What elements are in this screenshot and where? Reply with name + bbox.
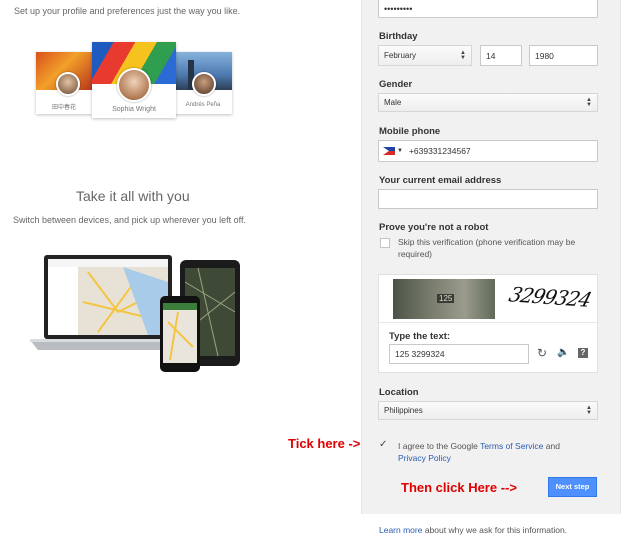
tick-here-annotation: Tick here -> <box>288 436 361 451</box>
learn-more-link[interactable]: Learn more <box>379 525 422 535</box>
captcha-distorted-text: 3299324 <box>506 282 594 312</box>
type-text-label: Type the text: <box>389 331 451 342</box>
then-click-annotation: Then click Here --> <box>401 480 517 495</box>
captcha-divider <box>379 322 597 323</box>
birthday-month-select[interactable]: February ▲ ▼ <box>378 45 472 66</box>
email-label: Your current email address <box>379 175 502 186</box>
password-input[interactable]: ••••••••• <box>378 0 598 18</box>
audio-icon[interactable]: 🔈 <box>557 347 569 358</box>
learn-more-text: Learn more about why we ask for this inf… <box>379 525 567 535</box>
profile-name: Andrés Peña <box>185 102 221 108</box>
agree-checkbox[interactable]: ✓ <box>379 440 389 450</box>
avatar <box>117 68 151 102</box>
captcha-input[interactable]: 125 3299324 <box>389 344 529 364</box>
profile-card-2: Sophia Wright <box>92 42 176 118</box>
email-input[interactable] <box>378 189 598 209</box>
agree-and: and <box>543 441 560 451</box>
avatar <box>56 72 80 96</box>
profile-name: Sophia Wright <box>112 106 156 113</box>
refresh-icon[interactable]: ↻ <box>537 346 547 360</box>
gender-select[interactable]: Male ▲ ▼ <box>378 93 598 112</box>
next-step-button[interactable]: Next step <box>548 477 597 497</box>
birthday-label: Birthday <box>379 31 418 42</box>
chevron-down-icon[interactable]: ▼ <box>397 148 403 154</box>
birthday-day-input[interactable]: 14 <box>480 45 522 66</box>
captcha-box: 125 3299324 Type the text: 125 3299324 ↻… <box>378 274 598 373</box>
location-label: Location <box>379 387 419 398</box>
skip-verification-checkbox[interactable] <box>380 238 390 248</box>
philippines-flag-icon[interactable] <box>383 147 395 155</box>
select-arrows-icon: ▲ ▼ <box>586 96 592 108</box>
profile-card-3: Andrés Peña <box>174 52 232 114</box>
gender-value: Male <box>384 98 402 107</box>
select-arrows-icon: ▲ ▼ <box>460 49 466 61</box>
select-arrows-icon: ▲ ▼ <box>586 404 592 416</box>
take-title: Take it all with you <box>76 188 190 204</box>
intro-text: Set up your profile and preferences just… <box>14 6 241 16</box>
mobile-phone-field[interactable]: ▼ +639331234567 <box>378 140 598 162</box>
skip-verification-label: Skip this verification (phone verificati… <box>398 237 576 259</box>
profile-name: 田中春花 <box>51 105 76 111</box>
mobile-phone-value[interactable]: +639331234567 <box>409 146 471 156</box>
profile-card-1: 田中春花 <box>36 52 92 114</box>
robot-label: Prove you're not a robot <box>379 222 489 233</box>
captcha-house-number: 125 <box>437 294 455 303</box>
learn-more-rest: about why we ask for this information. <box>422 525 568 535</box>
gender-label: Gender <box>379 79 413 90</box>
birthday-month-value: February <box>384 51 417 60</box>
terms-of-service-link[interactable]: Terms of Service <box>480 441 543 451</box>
privacy-policy-link[interactable]: Privacy Policy <box>398 453 451 463</box>
location-select[interactable]: Philippines ▲ ▼ <box>378 401 598 420</box>
location-value: Philippines <box>384 406 423 415</box>
avatar <box>192 72 216 96</box>
captcha-house-number-image: 125 <box>393 279 495 319</box>
agree-text: I agree to the Google Terms of Service a… <box>398 440 594 464</box>
birthday-year-input[interactable]: 1980 <box>529 45 598 66</box>
mobile-label: Mobile phone <box>379 126 441 137</box>
help-icon[interactable]: ? <box>578 348 588 358</box>
devices-illustration <box>30 255 240 372</box>
take-subtitle: Switch between devices, and pick up wher… <box>13 215 246 225</box>
agree-prefix: I agree to the Google <box>398 441 481 451</box>
